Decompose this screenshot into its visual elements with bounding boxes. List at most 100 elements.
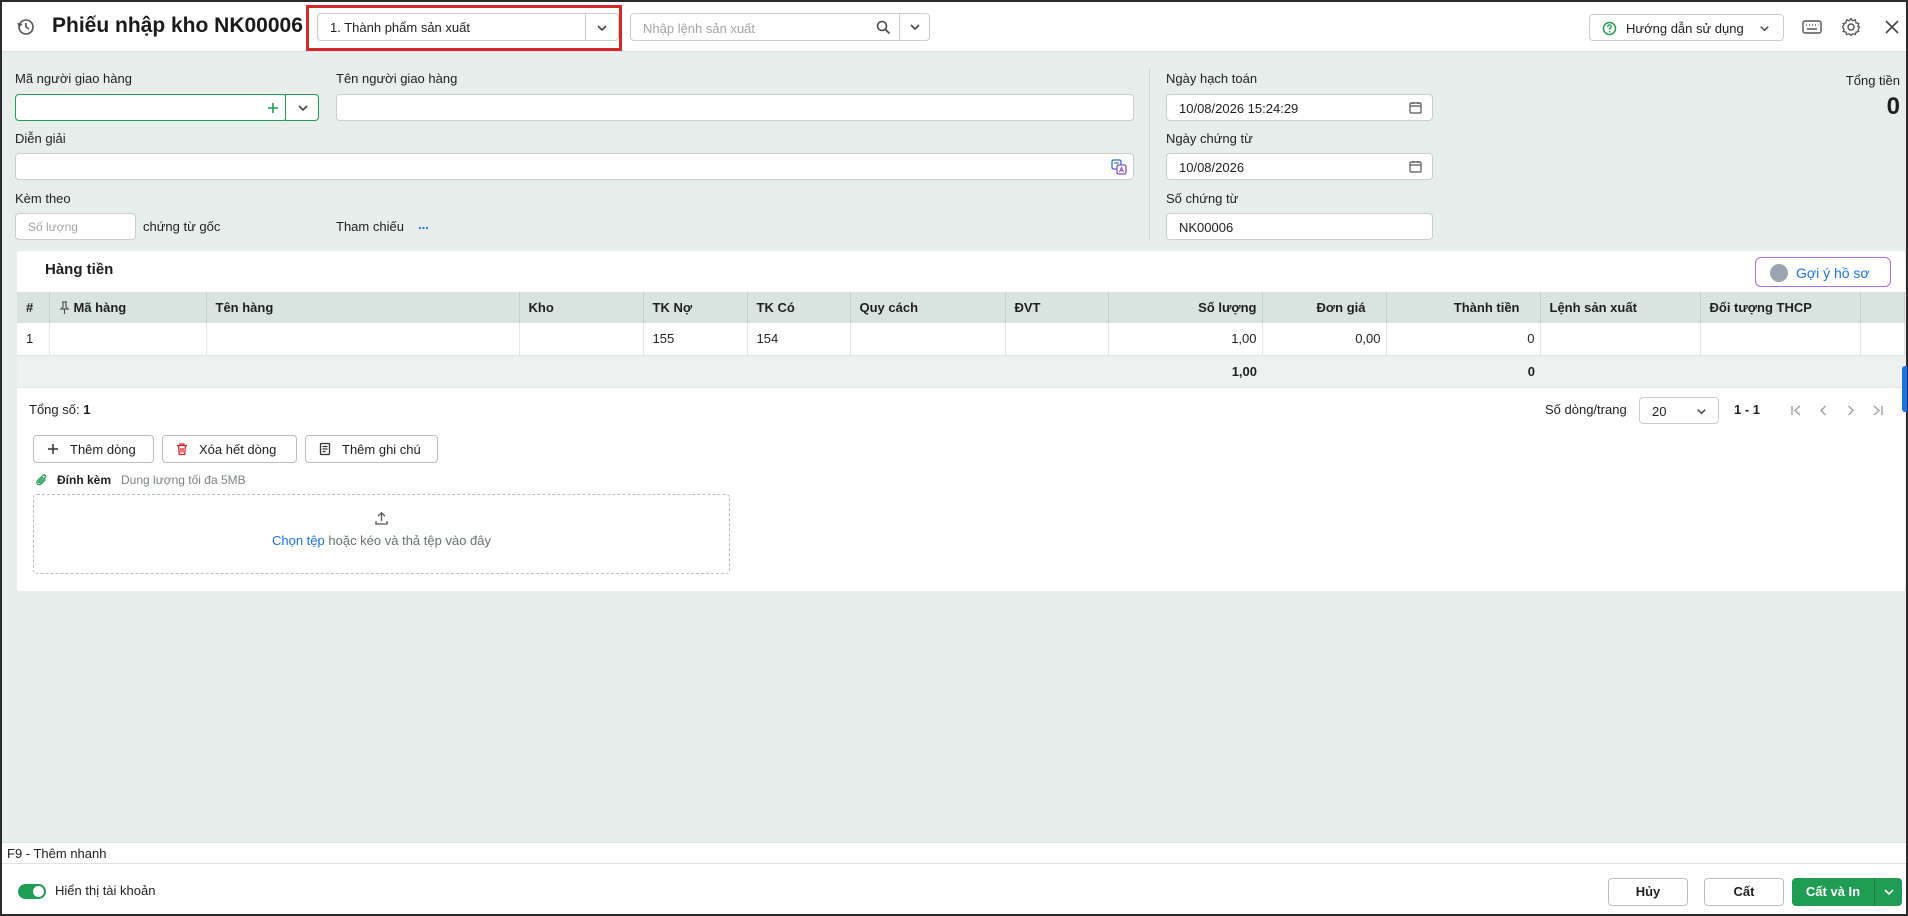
delete-all-rows-button[interactable]: Xóa hết dòng <box>162 435 297 463</box>
cell-production-order[interactable] <box>1540 323 1701 356</box>
note-icon <box>319 442 331 456</box>
cell-unit-price[interactable]: 0,00 <box>1262 323 1387 356</box>
drop-instruction: hoặc kéo và thả tệp vào đây <box>328 533 491 548</box>
add-row-button[interactable]: Thêm dòng <box>33 435 154 463</box>
column-header[interactable]: Số lượng <box>1108 292 1263 323</box>
voucher-no-label: Số chứng từ <box>1166 191 1239 206</box>
cell-unit[interactable] <box>1005 323 1109 356</box>
column-header[interactable]: Đơn giá <box>1262 292 1387 323</box>
close-icon[interactable] <box>1881 16 1903 38</box>
chevron-down-icon <box>910 24 920 31</box>
cell-code[interactable] <box>49 323 207 356</box>
cell-cost-object[interactable] <box>1700 323 1861 356</box>
deliverer-code-label: Mã người giao hàng <box>15 71 132 86</box>
column-header[interactable]: Lệnh sản xuất <box>1540 292 1701 323</box>
table-row[interactable]: 1 155 154 1,00 0,00 0 <box>17 323 1905 356</box>
paperclip-icon <box>36 474 47 486</box>
voucher-type-select[interactable]: 1. Thành phẩm sản xuất <box>317 13 619 41</box>
add-note-label: Thêm ghi chú <box>342 442 421 457</box>
next-page-icon[interactable] <box>1844 404 1857 417</box>
upload-icon <box>375 511 388 525</box>
search-icon[interactable] <box>876 20 891 35</box>
deliverer-code-input[interactable] <box>15 94 287 121</box>
column-header[interactable]: ĐVT <box>1005 292 1109 323</box>
chevron-down-icon <box>1884 889 1894 896</box>
cell-amount[interactable]: 0 <box>1386 323 1541 356</box>
column-header-empty <box>1860 292 1905 323</box>
table-total-row: 1,00 0 <box>17 355 1905 388</box>
last-page-icon[interactable] <box>1871 404 1884 417</box>
cancel-button[interactable]: Hủy <box>1608 878 1688 906</box>
column-header[interactable]: Kho <box>519 292 644 323</box>
pin-icon[interactable] <box>59 301 70 314</box>
chevron-down-icon <box>1697 409 1706 415</box>
production-order-input[interactable]: Nhập lệnh sản xuất <box>630 13 902 41</box>
gear-icon[interactable] <box>1840 16 1862 38</box>
total-value: 0 <box>1886 93 1900 120</box>
plus-icon[interactable] <box>266 101 280 115</box>
column-header[interactable]: Đối tượng THCP <box>1700 292 1861 323</box>
column-header[interactable]: Thành tiền <box>1386 292 1541 323</box>
prev-page-icon[interactable] <box>1817 404 1830 417</box>
column-header[interactable]: TK Có <box>747 292 851 323</box>
cell-name[interactable] <box>206 323 520 356</box>
suggest-profile-label: Gợi ý hồ sơ <box>1796 265 1870 281</box>
help-label: Hướng dẫn sử dụng <box>1626 21 1744 36</box>
save-options-dropdown[interactable] <box>1874 878 1902 906</box>
attach-qty-input[interactable]: Số lượng <box>15 213 136 240</box>
posting-date-input[interactable]: 10/08/2026 15:24:29 <box>1166 94 1433 121</box>
dropzone-text: Chọn tệp hoặc kéo và thả tệp vào đây <box>34 533 729 548</box>
show-accounts-label: Hiển thị tài khoản <box>55 883 156 898</box>
column-label: Mã hàng <box>73 300 127 315</box>
calendar-icon[interactable] <box>1409 160 1422 173</box>
row-count-summary: Tổng số: 1 <box>29 402 90 417</box>
history-icon[interactable] <box>16 17 36 37</box>
column-header[interactable]: Quy cách <box>850 292 1006 323</box>
show-accounts-toggle[interactable] <box>18 884 46 899</box>
reference-link[interactable]: ... <box>418 217 429 232</box>
cell-credit-account[interactable]: 154 <box>747 323 851 356</box>
description-input[interactable] <box>15 153 1134 180</box>
column-header[interactable]: Tên hàng <box>206 292 520 323</box>
first-page-icon[interactable] <box>1790 404 1803 417</box>
row-count-value: 1 <box>83 402 91 417</box>
cell-debit-account[interactable]: 155 <box>643 323 748 356</box>
cell-quantity[interactable]: 1,00 <box>1108 323 1263 356</box>
production-order-dropdown[interactable] <box>899 13 930 41</box>
add-note-button[interactable]: Thêm ghi chú <box>305 435 438 463</box>
cell-warehouse[interactable] <box>519 323 644 356</box>
help-dropdown[interactable]: Hướng dẫn sử dụng <box>1589 14 1784 41</box>
choose-file-link[interactable]: Chọn tệp <box>272 533 325 548</box>
attach-qty-placeholder: Số lượng <box>28 220 78 234</box>
total-amount: 0 <box>1386 355 1540 388</box>
column-header[interactable]: TK Nợ <box>643 292 748 323</box>
bottom-bar: Hiển thị tài khoản Hủy Cất Cất và In <box>2 863 1906 914</box>
cell-spec[interactable] <box>850 323 1006 356</box>
side-scroll-handle[interactable] <box>1902 366 1907 412</box>
avatar <box>1770 264 1788 282</box>
file-dropzone[interactable]: Chọn tệp hoặc kéo và thả tệp vào đây <box>33 494 730 574</box>
voucher-date-value: 10/08/2026 <box>1179 160 1245 175</box>
translate-icon[interactable] <box>1111 159 1127 175</box>
total-label: Tổng tiền <box>1845 73 1900 88</box>
reference-label: Tham chiếu <box>336 219 404 234</box>
production-order-placeholder: Nhập lệnh sản xuất <box>643 21 756 36</box>
voucher-type-value: 1. Thành phẩm sản xuất <box>330 20 470 35</box>
window-frame: Phiếu nhập kho NK00006 1. Thành phẩm sản… <box>0 0 1908 916</box>
deliverer-code-dropdown[interactable] <box>285 94 319 121</box>
suggest-profile-button[interactable]: Gợi ý hồ sơ <box>1755 257 1891 287</box>
keyboard-icon[interactable] <box>1801 16 1823 38</box>
calendar-icon[interactable] <box>1409 101 1422 114</box>
rows-per-page-value: 20 <box>1652 404 1667 419</box>
rows-per-page-select[interactable]: 20 <box>1639 397 1719 424</box>
voucher-no-input[interactable]: NK00006 <box>1166 213 1433 240</box>
chevron-down-icon[interactable] <box>595 21 609 35</box>
voucher-date-input[interactable]: 10/08/2026 <box>1166 153 1433 180</box>
save-and-print-button[interactable]: Cất và In <box>1792 878 1874 906</box>
posting-date-value: 10/08/2026 15:24:29 <box>1179 101 1299 116</box>
column-header-code[interactable]: Mã hàng <box>49 292 207 323</box>
deliverer-name-input[interactable] <box>336 94 1134 121</box>
delete-all-rows-label: Xóa hết dòng <box>199 442 277 457</box>
save-button[interactable]: Cất <box>1704 878 1784 906</box>
page-title: Phiếu nhập kho NK00006 <box>52 14 303 37</box>
